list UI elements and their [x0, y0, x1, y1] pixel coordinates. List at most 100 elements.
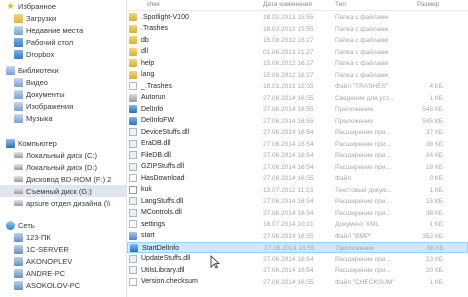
- nav-item-libraries-3[interactable]: Изображения: [0, 100, 126, 112]
- file-row[interactable]: UpdateStuffs.dll 27.06.2014 16:54 Расширен…: [127, 254, 468, 265]
- file-name: Version.checksum: [141, 278, 198, 285]
- file-row[interactable]: .Trashes 18.03.2013 15:55 Папка с файлами: [127, 24, 468, 35]
- nav-item-favorites-2[interactable]: Недавние места: [0, 24, 126, 36]
- nav-item-label: Локальный диск (D:): [26, 162, 97, 172]
- file-file-icon: [129, 220, 137, 228]
- file-name-cell: help: [129, 59, 154, 67]
- dll-file-icon: [129, 139, 137, 148]
- file-type: Файл "BMP": [335, 232, 372, 240]
- nav-item-favorites-0[interactable]: ★ Избранное: [0, 0, 126, 12]
- file-row[interactable]: GZIPStuffs.dll 27.06.2014 16:54 Расширение…: [127, 162, 468, 173]
- nav-item-label: Дисковод BD-ROM (F:) 2: [26, 174, 112, 184]
- file-name-cell: MControls.dll: [129, 208, 182, 217]
- file-name: DelInfoFW: [141, 117, 175, 124]
- nav-item-computer-5[interactable]: apsure отдел дизайна (\\: [0, 197, 126, 209]
- file-name: help: [141, 59, 155, 67]
- file-name-cell: Autorun: [129, 93, 166, 102]
- nav-item-libraries-4[interactable]: Музыка: [0, 112, 126, 124]
- file-name: HasDownload: [141, 174, 185, 182]
- file-name: _.Trashes: [141, 82, 172, 90]
- nav-item-label: Библиотеки: [18, 65, 59, 75]
- file-name-cell: LangStuffs.dll: [129, 197, 183, 205]
- file-type: Расширение при...: [335, 129, 391, 136]
- file-row-selected[interactable]: StartDelInfo 27.06.2014 16:55 Приложение 98…: [127, 242, 468, 253]
- local-disk-icon: [14, 164, 23, 170]
- folder-file-icon: [129, 24, 137, 33]
- nav-item-label: Локальный диск (C:): [26, 150, 97, 160]
- nav-item-favorites-1[interactable]: Загрузки: [0, 12, 126, 24]
- file-row[interactable]: UtilsLibrary.dll 27.06.2014 16:54 Расширен…: [127, 265, 468, 276]
- file-type: Расширение при...: [335, 140, 391, 148]
- file-row[interactable]: settings 18.07.2014 10:21 Документ XML 1 КБ: [127, 219, 468, 230]
- nav-item-libraries-0[interactable]: Библиотеки: [0, 64, 126, 76]
- bmp-file-icon: [129, 231, 137, 240]
- file-row[interactable]: .Spotlight-V100 18.03.2013 15:55 Папка с ф…: [127, 12, 468, 23]
- folder-file-icon: [129, 36, 137, 44]
- file-row[interactable]: dll 01.08.2013 21:27 Папка с файлами: [127, 47, 468, 58]
- nav-item-network-2[interactable]: 1C-SERVER: [0, 243, 126, 255]
- file-row[interactable]: MControls.dll 27.06.2014 16:54 Расширение …: [127, 208, 468, 219]
- file-row[interactable]: HasDownload 27.06.2014 16:55 Файл 0 КБ: [127, 173, 468, 184]
- file-row[interactable]: Autorun 27.06.2014 16:55 Сведения для уст.…: [127, 93, 468, 104]
- nav-item-favorites-3[interactable]: Рабочий стол: [0, 36, 126, 48]
- recent-places-icon: [14, 25, 23, 35]
- explorer-window: ★ Избранное Загрузки Недавние места Рабочий …: [0, 0, 468, 297]
- file-row[interactable]: Version.checksum 27.06.2014 16:55 Файл "CH…: [127, 277, 468, 288]
- file-size: 38 КБ: [425, 209, 443, 217]
- file-date: 27.06.2014 16:54: [263, 209, 314, 217]
- nav-item-label: Компьютер: [18, 138, 57, 148]
- file-row[interactable]: EraDB.dll 27.06.2014 16:54 Расширение при.…: [127, 139, 468, 150]
- file-name: EraDB.dll: [141, 140, 171, 147]
- file-name: UpdateStuffs.dll: [141, 255, 191, 262]
- nav-item-network-5[interactable]: ASOKOLOV-PC: [0, 279, 126, 291]
- file-row[interactable]: FileDB.dll 27.06.2014 16:54 Расширение при…: [127, 150, 468, 161]
- file-row[interactable]: lang 15.08.2012 16:27 Папка с файлами: [127, 70, 468, 81]
- nav-item-label: 123-ПК: [26, 232, 51, 242]
- nav-item-label: Избранное: [18, 1, 57, 11]
- folder-file-icon: [129, 59, 137, 67]
- nav-item-network-3[interactable]: AKONOPLEV: [0, 255, 126, 267]
- music-library-icon: [14, 113, 23, 123]
- file-size: 37 КБ: [425, 129, 443, 136]
- file-name-cell: UtilsLibrary.dll: [129, 266, 184, 274]
- file-row[interactable]: DeviceStuffs.dll 27.06.2014 16:54 Расширен…: [127, 127, 468, 138]
- file-row[interactable]: LangStuffs.dll 27.06.2014 16:54 Расширение…: [127, 196, 468, 207]
- nav-item-network-1[interactable]: 123-ПК: [0, 231, 126, 243]
- file-row[interactable]: _.Trashes 18.03.2013 15:55 Файл "TRASHES" 4…: [127, 81, 468, 92]
- column-size[interactable]: Размер: [417, 1, 439, 8]
- nav-item-favorites-4[interactable]: Dropbox: [0, 48, 126, 60]
- file-name-cell: dll: [129, 47, 148, 56]
- nav-item-computer-3[interactable]: Дисковод BD-ROM (F:) 2: [0, 173, 126, 185]
- exe-file-icon: [129, 116, 137, 125]
- file-date: 15.08.2012 16:27: [263, 37, 314, 44]
- file-date: 27.06.2014 16:54: [263, 140, 314, 148]
- file-name-cell: settings: [129, 220, 165, 228]
- file-row[interactable]: kuk 13.07.2012 11:23 Текстовый докум... 1 К…: [127, 185, 468, 196]
- file-list: Имя Дата изменения Тип Размер .Spotlight…: [127, 0, 468, 297]
- nav-item-label: Недавние места: [26, 25, 84, 35]
- file-date: 27.06.2014 16:54: [263, 163, 314, 171]
- file-row[interactable]: db 15.08.2012 16:27 Папка с файлами: [127, 35, 468, 46]
- file-type: Расширение при...: [335, 152, 391, 159]
- file-size: 4 КБ: [429, 83, 443, 90]
- nav-item-computer-2[interactable]: Локальный диск (D:): [0, 161, 126, 173]
- nav-item-libraries-2[interactable]: Документы: [0, 88, 126, 100]
- cfg-file-icon: [129, 93, 137, 102]
- nav-item-network-4[interactable]: ANDRE-PC: [0, 267, 126, 279]
- nav-item-computer-4[interactable]: Съемный диск (G:): [0, 185, 126, 197]
- file-row[interactable]: start 27.06.2014 16:55 Файл "BMP" 352 КБ: [127, 231, 468, 242]
- column-type[interactable]: Тип: [335, 1, 346, 8]
- column-date[interactable]: Дата изменения: [263, 1, 312, 8]
- file-row[interactable]: DelInfo 27.06.2014 16:55 Приложение 545 КБ: [127, 104, 468, 115]
- nav-item-computer-1[interactable]: Локальный диск (C:): [0, 149, 126, 161]
- folder-file-icon: [129, 13, 137, 21]
- file-date: 27.06.2014 16:55: [263, 117, 314, 125]
- file-row[interactable]: help 15.08.2012 16:27 Папка с файлами: [127, 58, 468, 69]
- nav-item-libraries-1[interactable]: Видео: [0, 76, 126, 88]
- file-row[interactable]: DelInfoFW 27.06.2014 16:55 Приложение 545 К…: [127, 116, 468, 127]
- file-name-cell: _.Trashes: [129, 82, 172, 90]
- nav-item-computer-0[interactable]: Компьютер: [0, 137, 126, 149]
- nav-item-network-0[interactable]: Сеть: [0, 219, 126, 231]
- nav-item-label: Сеть: [18, 220, 35, 230]
- column-name[interactable]: Имя: [147, 1, 160, 8]
